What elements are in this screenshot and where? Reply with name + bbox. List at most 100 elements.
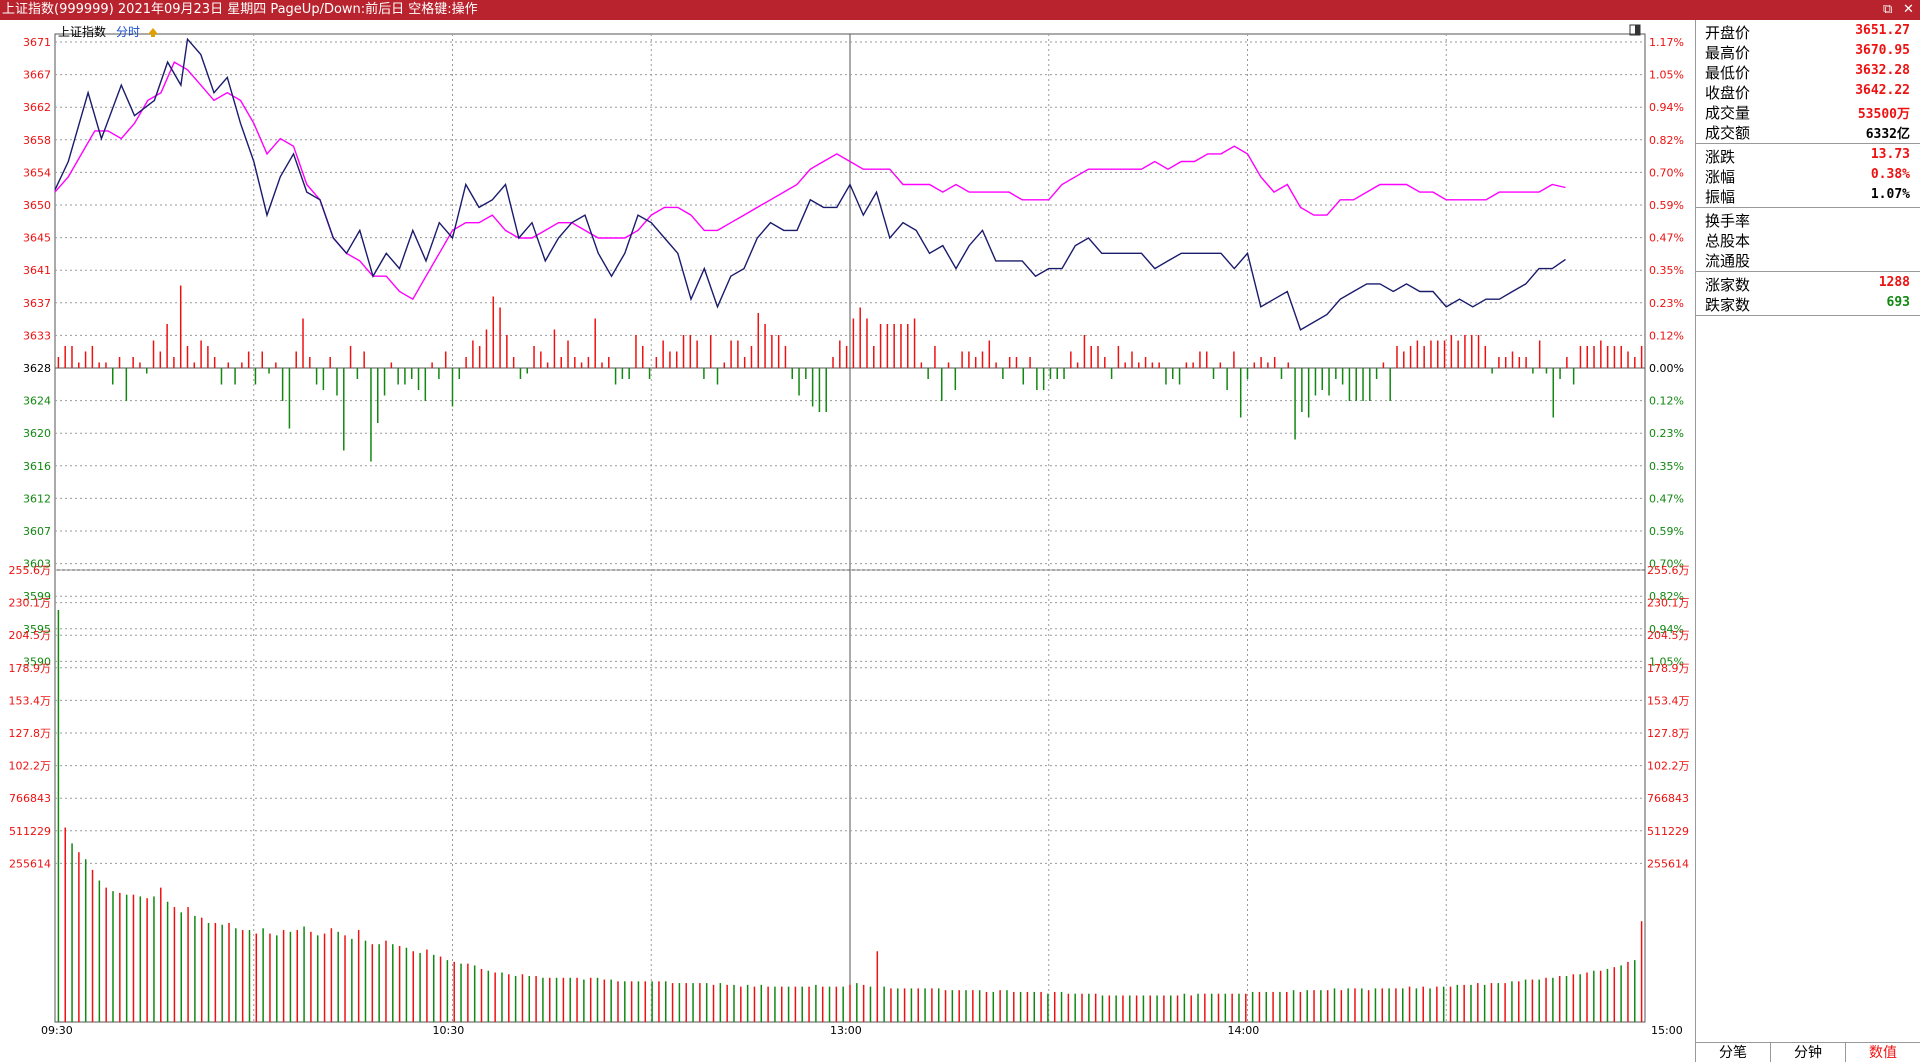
info-label: 跌家数 [1705,296,1751,314]
info-row-change: 涨幅 0.38% [1695,166,1920,186]
title-bar: 上证指数(999999) 2021年09月23日 星期四 PageUp/Down… [0,0,1920,20]
info-row-share: 总股本 [1695,230,1920,250]
info-value: 3670.95 [1855,43,1910,58]
time-axis-label: 13:00 [830,1024,862,1037]
panel-separator [1695,143,1920,144]
info-row-stats: 成交量 53500万 [1695,102,1920,122]
info-label: 涨幅 [1705,168,1736,186]
volume-tick-label: 153.4万 [9,694,52,707]
panel-separator [1695,315,1920,316]
volume-tick-label-right: 127.8万 [1647,727,1690,740]
info-label: 涨家数 [1705,276,1751,294]
price-tick-label: 3667 [23,69,51,82]
info-label: 收盘价 [1705,84,1751,102]
volume-tick-label-right: 204.5万 [1647,629,1690,642]
up-arrow-icon[interactable] [148,28,158,37]
info-label: 总股本 [1705,232,1751,250]
price-tick-label: 3662 [23,101,51,114]
pct-tick-label: 0.47% [1649,492,1684,505]
volume-tick-label-right: 766843 [1647,792,1689,805]
time-axis-label: 15:00 [1651,1024,1683,1037]
price-tick-label: 3658 [23,134,51,147]
info-value: 3642.22 [1855,83,1910,98]
info-label: 振幅 [1705,188,1736,206]
volume-tick-label: 178.9万 [9,662,52,675]
price-tick-label: 3620 [23,427,51,440]
panel-tab-0[interactable]: 分笔 [1695,1042,1770,1062]
volume-tick-label: 102.2万 [9,760,52,773]
volume-tick-label: 511229 [9,825,51,838]
price-tick-label: 3624 [23,395,51,408]
panel-border [1695,20,1696,1042]
time-axis-label: 09:30 [41,1024,73,1037]
info-row-change: 振幅 1.07% [1695,186,1920,206]
close-icon[interactable]: ✕ [1903,0,1914,20]
price-lines [54,37,1566,331]
price-tick-label: 3650 [23,199,51,212]
avg-price-line [54,61,1566,301]
info-row-share: 换手率 [1695,210,1920,230]
pct-tick-label: 0.82% [1649,134,1684,147]
pct-tick-label: 0.59% [1649,199,1684,212]
pct-tick-label: 0.12% [1649,329,1684,342]
chart-mode-tab[interactable]: 分时 [116,25,140,39]
time-axis-label: 14:00 [1228,1024,1260,1037]
info-value: 3651.27 [1855,23,1910,38]
info-value: 13.73 [1870,147,1910,162]
pct-tick-label: 0.94% [1649,101,1684,114]
info-label: 开盘价 [1705,24,1751,42]
volume-tick-label: 766843 [9,792,51,805]
pct-tick-label: 0.59% [1649,525,1684,538]
info-label: 成交量 [1705,104,1751,122]
price-tick-label: 3641 [23,264,51,277]
pct-tick-label: 0.23% [1649,297,1684,310]
pct-tick-label: 0.35% [1649,264,1684,277]
window-title: 上证指数(999999) 2021年09月23日 星期四 PageUp/Down… [2,2,478,17]
restore-icon[interactable]: ⧉ [1883,0,1892,20]
volume-tick-label-right: 511229 [1647,825,1689,838]
info-row-share: 流通股 [1695,250,1920,270]
info-value: 6332亿 [1865,127,1910,142]
price-tick-label: 3607 [23,525,51,538]
time-axis-label: 10:30 [433,1024,465,1037]
price-tick-label: 3645 [23,232,51,245]
info-label: 流通股 [1705,252,1751,270]
panel-tab-2[interactable]: 数值 [1845,1042,1920,1062]
panel-tab-1[interactable]: 分钟 [1770,1042,1845,1062]
info-row-stats: 收盘价 3642.22 [1695,82,1920,102]
panel-separator [1695,207,1920,208]
price-tick-label: 3671 [23,36,51,49]
pct-tick-label: 0.00% [1649,362,1684,375]
info-label: 最高价 [1705,44,1751,62]
info-value: 1.07% [1870,187,1910,202]
info-value: 3632.28 [1855,63,1910,78]
pct-tick-label: 0.23% [1649,427,1684,440]
volume-tick-label: 255614 [9,857,51,870]
price-tick-label: 3612 [23,492,51,505]
volume-tick-label-right: 255614 [1647,857,1689,870]
volume-tick-label: 204.5万 [9,629,52,642]
pct-tick-label: 0.35% [1649,460,1684,473]
info-label: 换手率 [1705,212,1751,230]
volume-tick-label: 127.8万 [9,727,52,740]
price-tick-label: 3654 [23,166,51,179]
intraday-chart[interactable]: 3671 1.17% 3667 1.05% 3662 0.94% 3658 0.82% 3654… [0,20,1695,1042]
volume-tick-label: 255.6万 [9,564,52,577]
volume-tick-label-right: 178.9万 [1647,662,1690,675]
info-value: 1288 [1878,275,1910,290]
info-row-stats: 最低价 3632.28 [1695,62,1920,82]
info-row-change: 涨跌 13.73 [1695,146,1920,166]
volume-tick-label-right: 255.6万 [1647,564,1690,577]
pct-tick-label: 0.12% [1649,395,1684,408]
volume-tick-label-right: 230.1万 [1647,597,1690,610]
chart-name: 上证指数 [58,24,106,39]
info-row-stats: 最高价 3670.95 [1695,42,1920,62]
info-row-breadth: 跌家数 693 [1695,294,1920,314]
volume-tick-label-right: 153.4万 [1647,694,1690,707]
info-value: 53500万 [1857,107,1910,122]
price-tick-label: 3633 [23,329,51,342]
price-tick-label: 3616 [23,460,51,473]
volume-tick-label: 230.1万 [9,597,52,610]
info-value: 0.38% [1870,167,1910,182]
info-value: 693 [1886,295,1910,310]
